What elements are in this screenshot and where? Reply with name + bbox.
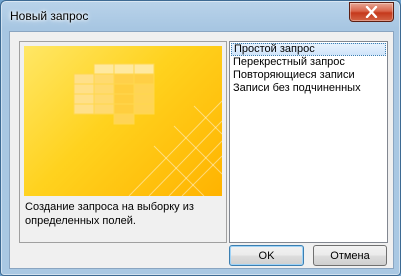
list-item-find-duplicates[interactable]: Повторяющиеся записи (231, 69, 386, 82)
query-wizard-illustration (24, 46, 222, 196)
list-item-crosstab-query[interactable]: Перекрестный запрос (231, 56, 386, 69)
cancel-button[interactable]: Отмена (313, 245, 387, 266)
query-type-list[interactable]: Простой запрос Перекрестный запрос Повто… (229, 41, 388, 243)
list-item-simple-query[interactable]: Простой запрос (231, 43, 386, 56)
query-description: Создание запроса на выборку из определен… (25, 201, 194, 227)
ok-button[interactable]: OK (229, 245, 304, 266)
dialog-body: Создание запроса на выборку из определен… (9, 31, 394, 269)
list-item-find-unmatched[interactable]: Записи без подчиненных (231, 82, 386, 95)
title-bar[interactable]: Новый запрос (1, 1, 400, 31)
new-query-dialog: Новый запрос Создание запроса на выборку… (0, 0, 401, 276)
dialog-title: Новый запрос (10, 9, 89, 23)
close-button[interactable] (349, 2, 394, 22)
preview-pane: Создание запроса на выборку из определен… (19, 41, 227, 243)
close-icon (365, 6, 378, 18)
